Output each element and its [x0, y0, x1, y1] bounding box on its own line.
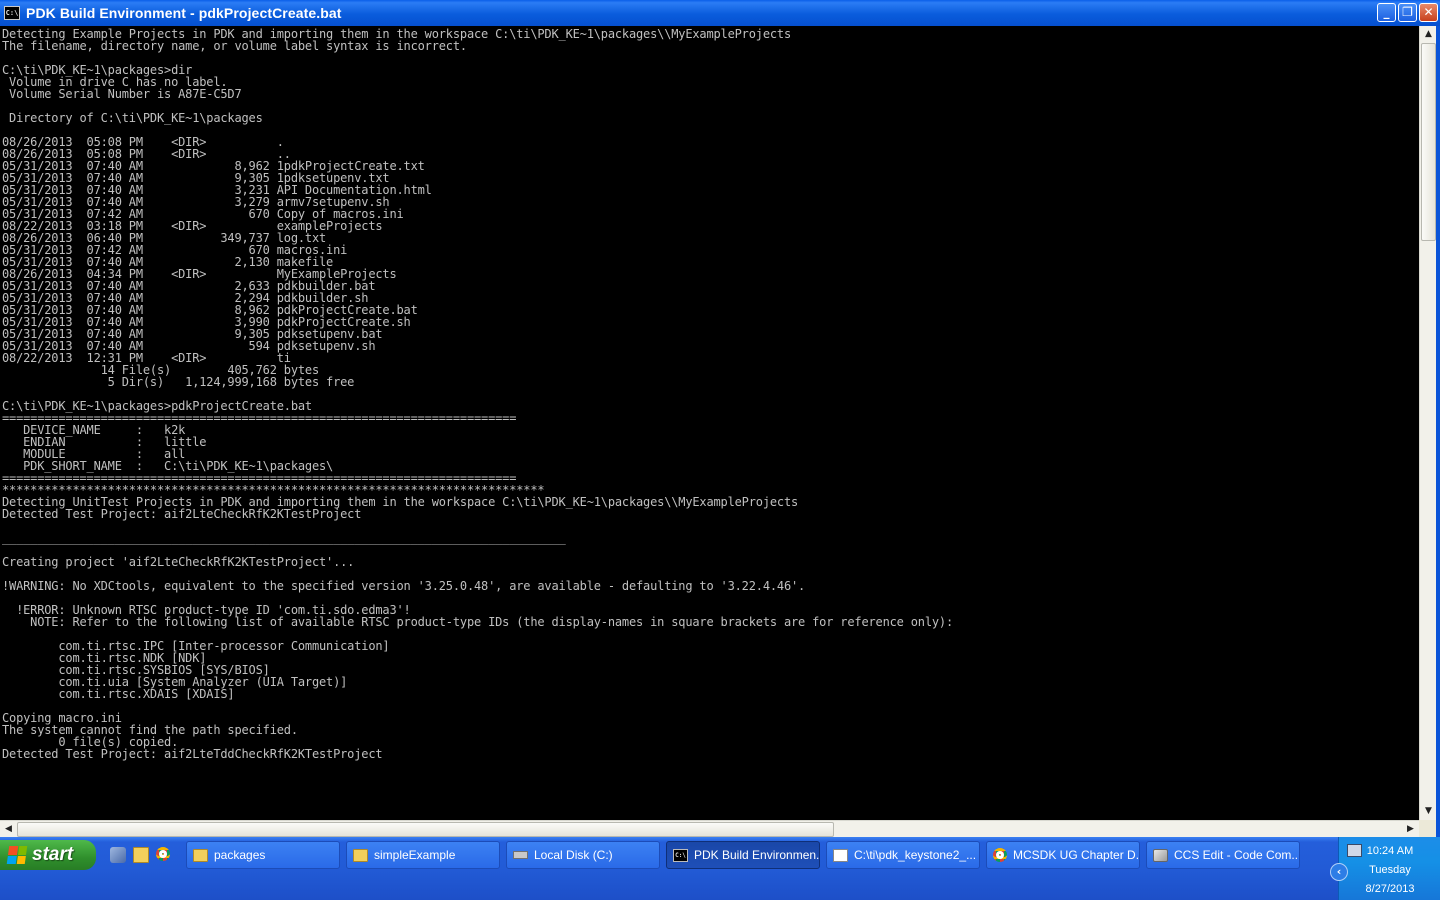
taskbar-button-mcsdk-ug[interactable]: MCSDK UG Chapter D...: [986, 841, 1140, 869]
text-file-icon: [833, 848, 848, 862]
virtualbox-icon[interactable]: [110, 847, 126, 863]
scroll-left-icon[interactable]: ◀: [0, 821, 17, 838]
clock-day: Tuesday: [1369, 864, 1411, 876]
horizontal-scrollbar[interactable]: ◀ ▶: [0, 820, 1419, 838]
title-bar[interactable]: C:\ PDK Build Environment - pdkProjectCr…: [0, 0, 1440, 26]
taskbar-button-local-disk[interactable]: Local Disk (C:): [506, 841, 660, 869]
start-label: start: [32, 844, 74, 865]
taskbar: start packages simpleExample Local Disk …: [0, 837, 1440, 900]
scroll-down-icon[interactable]: ▼: [1420, 803, 1437, 820]
taskbar-button-pdk-build-environment[interactable]: C:\ PDK Build Environmen...: [666, 841, 820, 869]
chrome-icon[interactable]: [156, 847, 170, 861]
maximize-button[interactable]: ❐: [1398, 3, 1417, 22]
taskbar-button-label: Local Disk (C:): [534, 848, 613, 862]
console-app-icon[interactable]: C:\: [4, 6, 20, 20]
taskbar-button-label: packages: [214, 848, 266, 862]
taskbar-button-label: C:\ti\pdk_keystone2_...: [854, 848, 977, 862]
folder-icon[interactable]: [133, 847, 149, 863]
taskbar-button-label: MCSDK UG Chapter D...: [1013, 848, 1140, 862]
taskbar-button-pdk-keystone2[interactable]: C:\ti\pdk_keystone2_...: [826, 841, 980, 869]
vertical-scroll-thumb[interactable]: [1421, 43, 1436, 241]
cmd-icon: C:\: [673, 848, 688, 862]
scroll-up-icon[interactable]: ▲: [1420, 26, 1437, 43]
folder-icon: [353, 848, 368, 862]
vertical-scrollbar[interactable]: ▲ ▼: [1419, 26, 1437, 820]
clock-date: 8/27/2013: [1365, 883, 1415, 895]
close-button[interactable]: ✕: [1419, 3, 1438, 22]
scroll-right-icon[interactable]: ▶: [1402, 821, 1419, 838]
folder-icon: [193, 848, 208, 862]
console-text: Detecting Example Projects in PDK and im…: [2, 27, 954, 761]
horizontal-scroll-thumb[interactable]: [17, 822, 834, 837]
minimize-button[interactable]: _: [1377, 3, 1396, 22]
taskbar-button-simpleexample[interactable]: simpleExample: [346, 841, 500, 869]
taskbar-button-label: CCS Edit - Code Com...: [1174, 848, 1300, 862]
console-output[interactable]: Detecting Example Projects in PDK and im…: [0, 26, 1419, 820]
taskbar-button-label: simpleExample: [374, 848, 456, 862]
taskbar-button-packages[interactable]: packages: [186, 841, 340, 869]
windows-logo-icon: [6, 846, 28, 864]
window-title: PDK Build Environment - pdkProjectCreate…: [26, 5, 342, 21]
window-border: [1436, 26, 1440, 837]
chrome-icon: [993, 848, 1007, 862]
start-button[interactable]: start: [0, 840, 96, 870]
taskbar-button-label: PDK Build Environmen...: [694, 848, 820, 862]
ccs-icon: [1153, 848, 1168, 862]
clock-time[interactable]: 10:24 AM: [1339, 845, 1440, 857]
drive-icon: [513, 851, 528, 859]
system-tray: ‹ 10:24 AM Tuesday 8/27/2013: [1330, 837, 1440, 900]
taskbar-button-ccs-edit[interactable]: CCS Edit - Code Com...: [1146, 841, 1300, 869]
